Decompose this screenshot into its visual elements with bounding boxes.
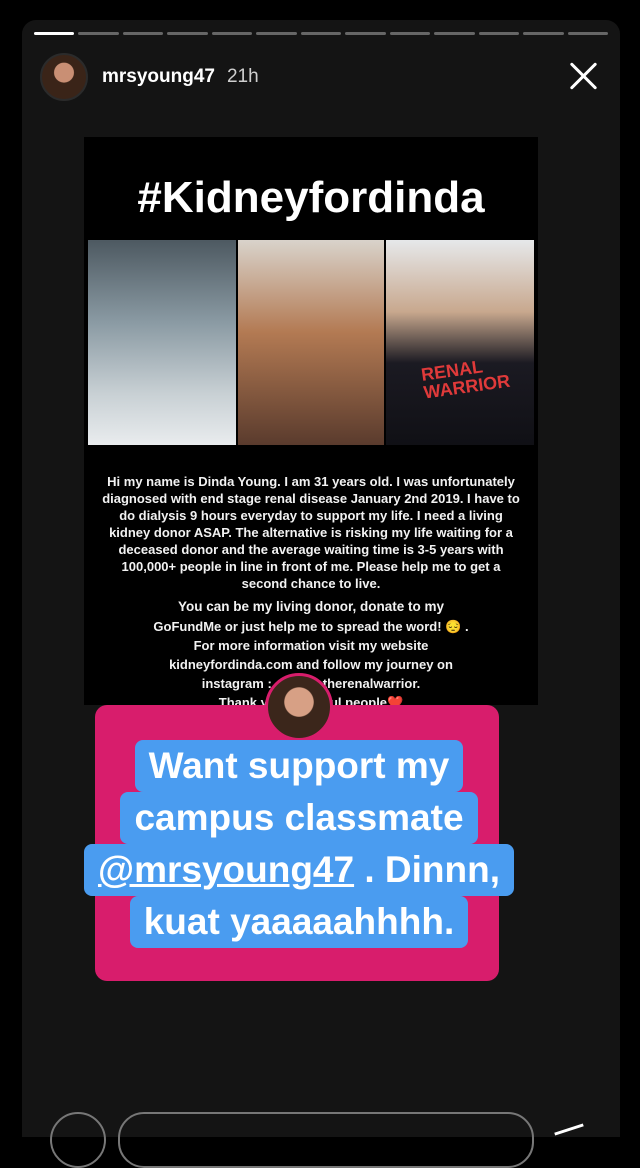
reply-input[interactable] — [118, 1112, 534, 1168]
progress-segment — [345, 32, 386, 35]
poster-title: #Kidneyfordinda — [137, 173, 485, 222]
caption-line: kuat yaaaaahhhh. — [129, 896, 469, 948]
story-poster-image: #Kidneyfordinda RENAL WARRIOR Hi my name… — [84, 137, 538, 710]
username-link[interactable]: mrsyoung47 — [102, 66, 215, 88]
progress-segment — [78, 32, 119, 35]
caption-line: Want support my — [134, 740, 464, 792]
story-header: mrsyoung47 21h — [40, 53, 602, 101]
send-icon[interactable] — [554, 1128, 588, 1150]
avatar[interactable] — [40, 53, 88, 101]
poster-line: GoFundMe or just help me to spread the w… — [153, 619, 469, 634]
poster-photos: RENAL WARRIOR — [88, 240, 534, 445]
caption-line: campus classmate — [120, 792, 478, 844]
progress-segment — [300, 32, 342, 35]
poster-line: For more information visit my website — [193, 638, 429, 653]
mention-link[interactable]: @mrsyoung47 — [98, 849, 354, 890]
story-progress-bar — [34, 32, 609, 35]
story-caption: Want support my campus classmate @mrsyou… — [58, 740, 540, 948]
caption-line: @mrsyoung47 . Dinnn, — [83, 844, 515, 896]
camera-icon[interactable] — [50, 1112, 106, 1168]
jersey-photo: RENAL WARRIOR — [386, 240, 534, 445]
progress-segment — [122, 32, 164, 35]
story-timestamp: 21h — [226, 66, 259, 87]
reply-bar — [22, 1112, 620, 1168]
jersey-text: RENAL WARRIOR — [419, 356, 512, 403]
poster-paragraph: Hi my name is Dinda Young. I am 31 years… — [102, 474, 520, 591]
selfie-photo — [238, 240, 384, 445]
progress-segment — [34, 32, 75, 35]
progress-segment — [389, 32, 431, 35]
poster-line: kidneyfordinda.com and follow my journey… — [169, 657, 453, 672]
poster-line: You can be my living donor, donate to my — [177, 599, 445, 614]
mention-avatar[interactable] — [265, 673, 333, 741]
progress-segment — [523, 32, 564, 35]
close-icon[interactable] — [566, 58, 602, 94]
hospital-photo — [88, 240, 236, 445]
progress-segment — [211, 32, 253, 35]
progress-segment — [256, 32, 297, 35]
progress-segment — [434, 32, 475, 35]
progress-segment — [567, 32, 609, 35]
progress-segment — [167, 32, 208, 35]
progress-segment — [478, 32, 520, 35]
caption-text: . Dinnn, — [354, 849, 501, 890]
